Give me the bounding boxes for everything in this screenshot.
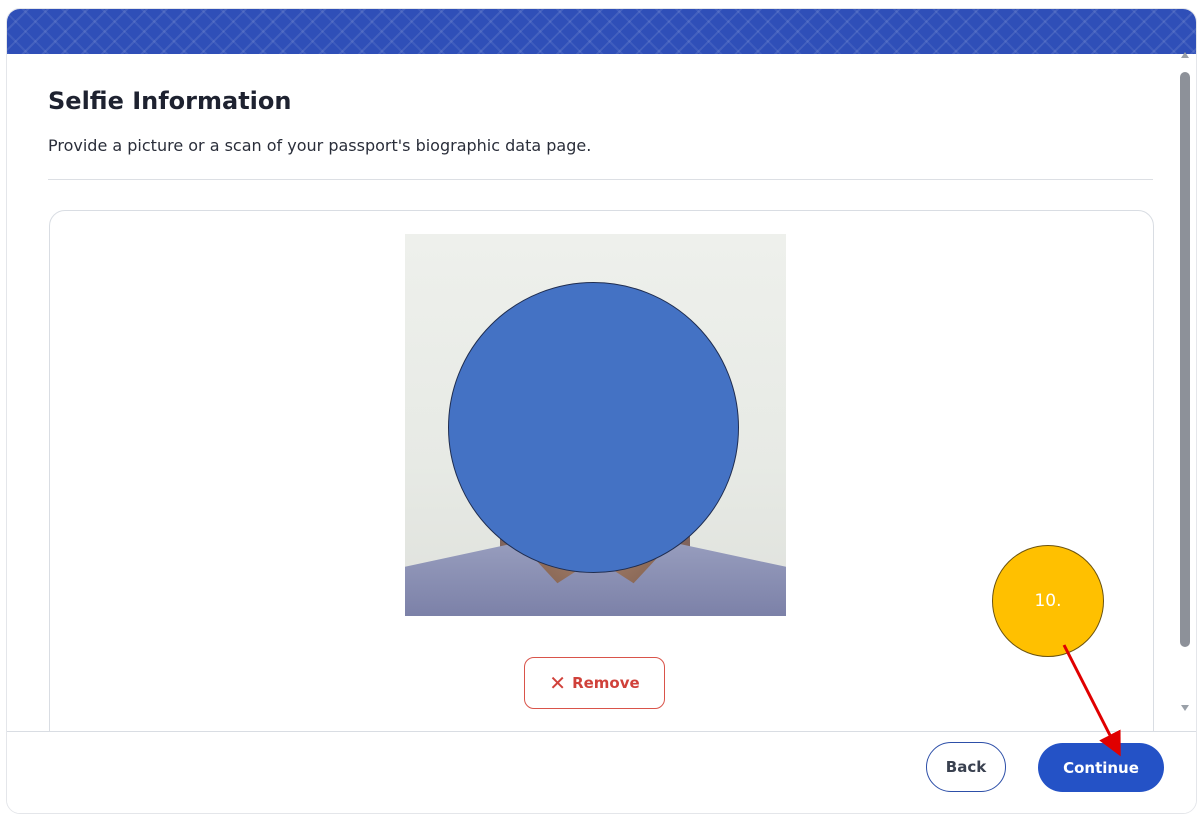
scrollbar[interactable] — [1177, 50, 1193, 715]
face-redaction-circle — [448, 282, 739, 573]
section-divider — [48, 179, 1153, 180]
header-banner — [7, 9, 1196, 54]
scroll-up-arrow-icon[interactable] — [1181, 52, 1189, 58]
close-icon: ✕ — [549, 671, 567, 695]
step-marker-label: 10. — [1034, 591, 1062, 611]
page-subtitle: Provide a picture or a scan of your pass… — [48, 136, 592, 155]
footer-bar — [7, 731, 1196, 813]
scrollbar-thumb[interactable] — [1180, 72, 1190, 647]
remove-button-label: Remove — [572, 674, 640, 692]
scroll-down-arrow-icon[interactable] — [1181, 705, 1189, 711]
step-marker: 10. — [992, 545, 1104, 657]
continue-button-label: Continue — [1063, 758, 1139, 777]
back-button-label: Back — [945, 758, 987, 776]
page-title: Selfie Information — [48, 87, 292, 115]
continue-button[interactable]: Continue — [1038, 743, 1164, 792]
remove-button[interactable]: ✕ Remove — [524, 657, 665, 709]
back-button[interactable]: Back — [926, 742, 1006, 792]
